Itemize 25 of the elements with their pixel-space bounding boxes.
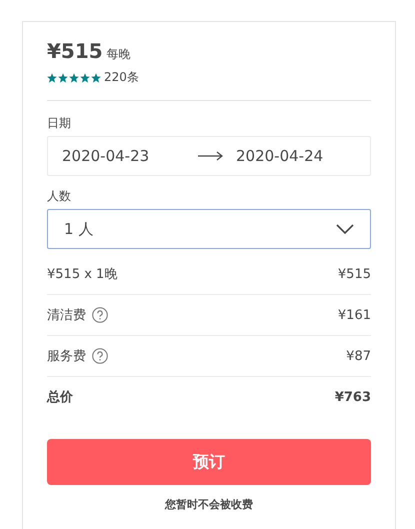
fee-label: 清洁费 bbox=[47, 307, 86, 324]
date-range-field[interactable]: 2020-04-23 2020-04-24 bbox=[47, 136, 371, 176]
fee-label: 服务费 bbox=[47, 348, 86, 365]
fee-label: ¥515 x 1晚 bbox=[47, 266, 118, 283]
fee-amount: ¥763 bbox=[334, 390, 371, 404]
help-icon[interactable] bbox=[92, 348, 108, 364]
no-charge-note: 您暂时不会被收费 bbox=[164, 497, 254, 512]
star-icon bbox=[47, 72, 57, 82]
review-count: 220条 bbox=[104, 69, 139, 86]
price-unit: 每晚 bbox=[106, 46, 131, 63]
star-icon bbox=[80, 72, 90, 82]
star-icon bbox=[91, 72, 101, 82]
fee-label: 总价 bbox=[47, 389, 73, 406]
help-icon[interactable] bbox=[92, 307, 108, 323]
date-label: 日期 bbox=[47, 115, 72, 132]
fee-amount: ¥515 bbox=[338, 266, 371, 282]
guests-label: 人数 bbox=[47, 188, 72, 205]
fee-amount: ¥87 bbox=[346, 348, 371, 364]
fee-amount: ¥161 bbox=[338, 308, 371, 322]
star-icon bbox=[58, 72, 68, 82]
arrow-icon bbox=[198, 151, 224, 161]
chevron-down-icon bbox=[336, 224, 354, 234]
nightly-price: ¥515 bbox=[47, 39, 103, 63]
star-icon bbox=[69, 72, 79, 82]
guests-select[interactable]: 1 人 bbox=[47, 209, 371, 249]
